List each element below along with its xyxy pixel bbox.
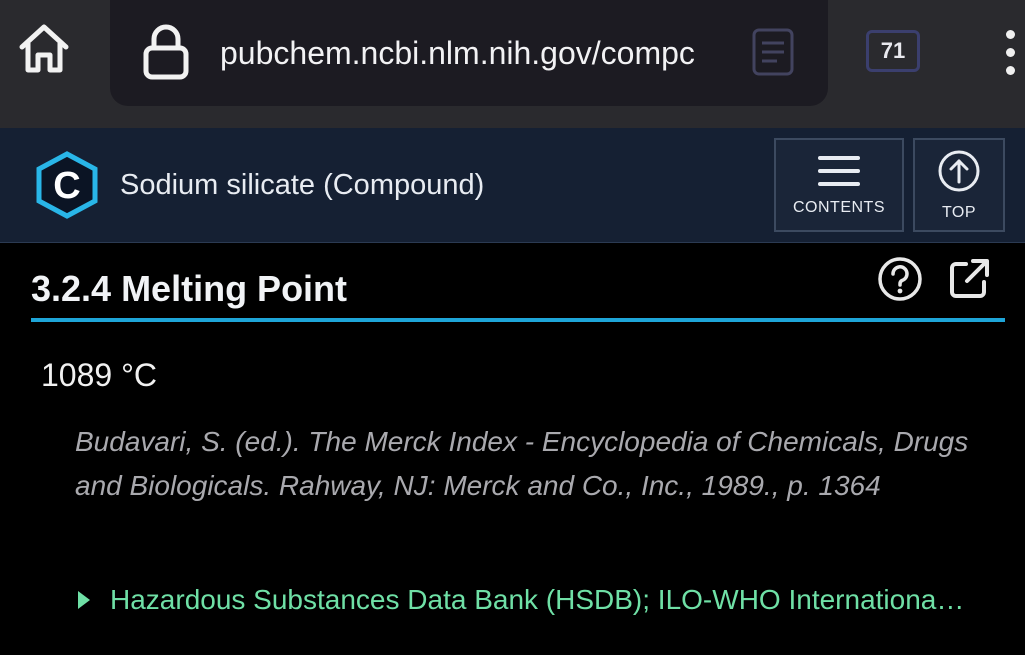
address-bar[interactable]: pubchem.ncbi.nlm.nih.gov/compc — [110, 0, 828, 106]
logo-letter: C — [53, 165, 80, 207]
browser-toolbar: pubchem.ncbi.nlm.nih.gov/compc 71 — [0, 0, 1025, 128]
contents-button[interactable]: CONTENTS — [774, 138, 904, 232]
lock-icon[interactable] — [140, 22, 192, 82]
url-text[interactable]: pubchem.ncbi.nlm.nih.gov/compc — [220, 26, 720, 80]
top-label: TOP — [941, 203, 977, 221]
expand-triangle-icon — [78, 591, 90, 609]
source-link-text[interactable]: Hazardous Substances Data Bank (HSDB); I… — [110, 584, 970, 616]
menu-dot — [1005, 65, 1015, 75]
home-button[interactable] — [14, 18, 74, 82]
arrow-up-circle-icon — [937, 149, 981, 198]
help-icon[interactable] — [876, 255, 924, 303]
pubchem-logo[interactable]: C — [34, 150, 100, 220]
contents-label: CONTENTS — [793, 198, 885, 216]
page-title: Sodium silicate (Compound) — [120, 169, 485, 201]
section-header: 3.2.4 Melting Point — [31, 250, 1005, 322]
section-title: 3.2.4 Melting Point — [31, 268, 348, 309]
melting-point-value: 1089 °C — [41, 357, 157, 393]
top-button[interactable]: TOP — [913, 138, 1005, 232]
home-icon — [16, 20, 72, 81]
site-header: C Sodium silicate (Compound) CONTENTS TO… — [0, 128, 1025, 243]
external-link-icon[interactable] — [945, 255, 993, 303]
hamburger-icon — [818, 154, 860, 193]
kebab-menu-icon[interactable] — [995, 22, 1025, 82]
menu-dot — [1005, 29, 1015, 39]
menu-dot — [1005, 47, 1015, 57]
tab-counter-button[interactable]: 71 — [866, 30, 920, 72]
reference-citation: Budavari, S. (ed.). The Merck Index - En… — [75, 426, 969, 501]
source-disclosure-link[interactable]: Hazardous Substances Data Bank (HSDB); I… — [78, 578, 978, 622]
reader-view-icon[interactable] — [750, 26, 796, 78]
